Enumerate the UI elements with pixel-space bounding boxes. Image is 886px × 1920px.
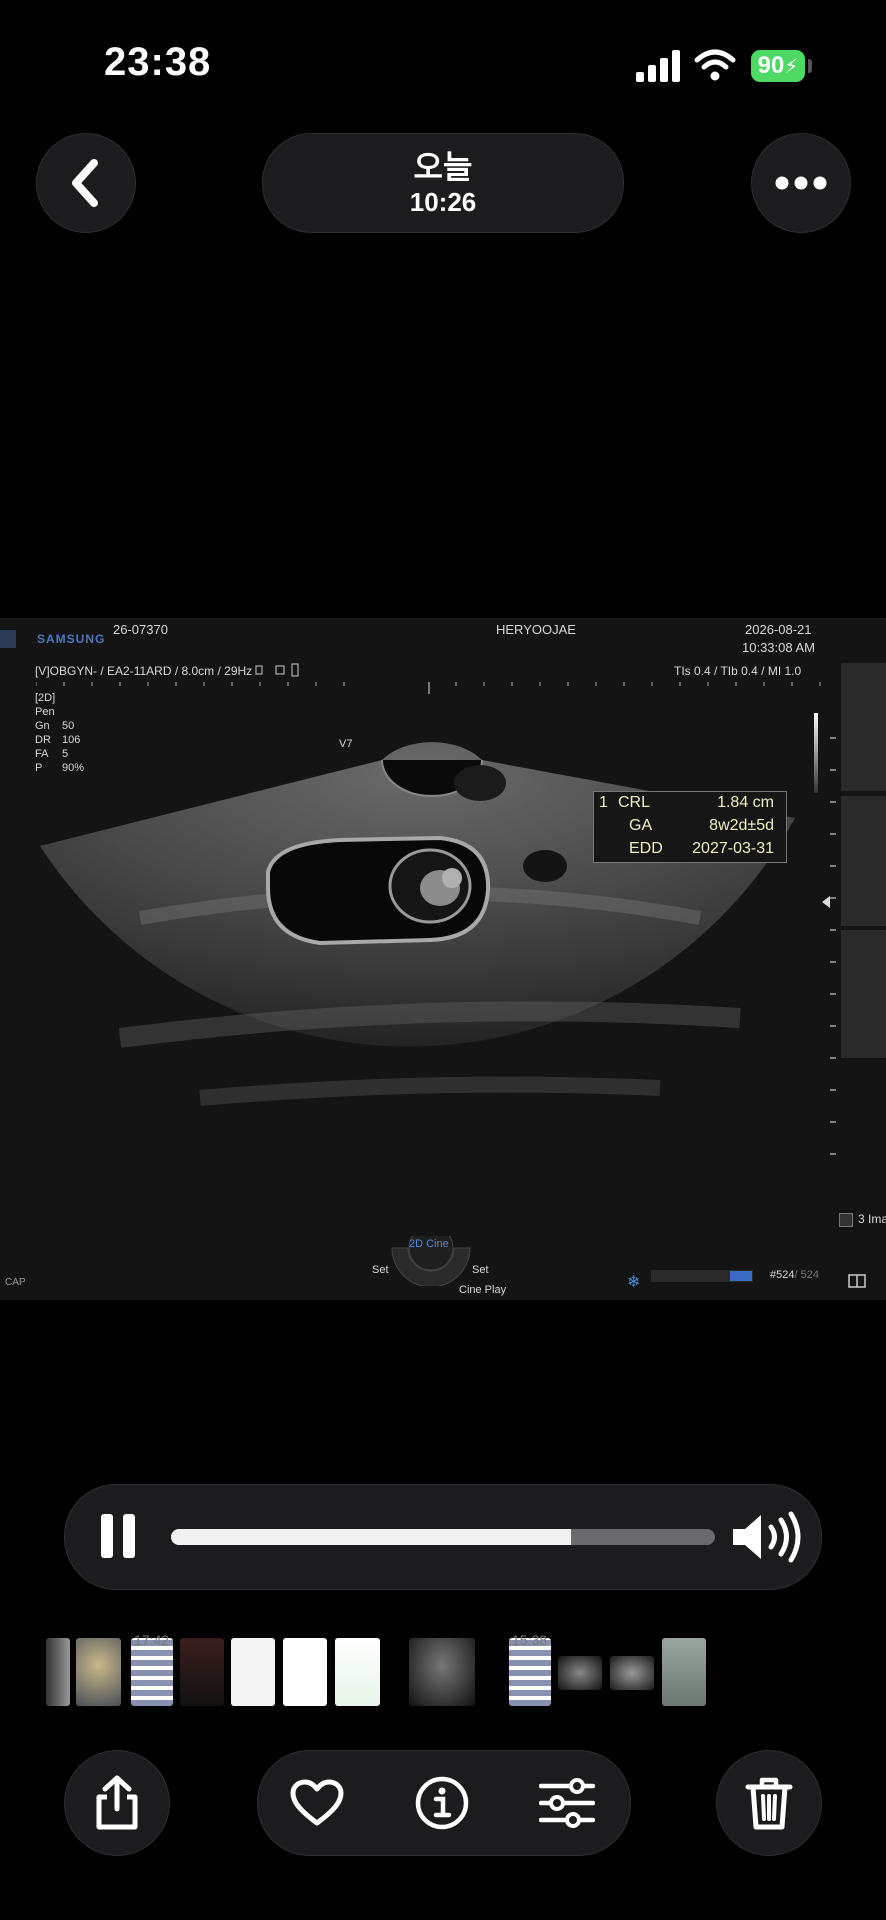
thumbnail[interactable]: [180, 1638, 224, 1706]
pause-button[interactable]: [96, 1512, 140, 1560]
battery-tip: [808, 59, 812, 73]
cine-progress-fill: [730, 1271, 752, 1281]
side-thumbnail[interactable]: [841, 930, 886, 1058]
thumbnail[interactable]: [509, 1638, 551, 1706]
thumbnail[interactable]: [46, 1638, 70, 1706]
cine-play-label: Cine Play: [459, 1284, 507, 1296]
more-button[interactable]: [751, 133, 851, 233]
adjust-button[interactable]: [538, 1776, 596, 1830]
favorite-button[interactable]: [286, 1776, 348, 1830]
delete-button[interactable]: [716, 1750, 822, 1856]
ultrasound-image[interactable]: SAMSUNG 26-07370 HERYOOJAE 2026-08-21 10…: [0, 618, 886, 1300]
gain-bar: [814, 713, 818, 793]
back-button[interactable]: [36, 133, 136, 233]
side-thumbnail[interactable]: [841, 663, 886, 791]
freeze-icon: ❄: [627, 1274, 641, 1291]
select-checkbox[interactable]: [839, 1213, 853, 1227]
chevron-left-icon: [72, 159, 98, 207]
depth-scale: [830, 737, 836, 1155]
measurement-label: EDD: [629, 840, 663, 857]
ultrasound-scan: [40, 742, 795, 1106]
page-title: 오늘: [413, 149, 473, 185]
measurement-row: 1 CRL 1.84 cm: [594, 794, 784, 816]
focus-marker-icon: [822, 896, 830, 908]
charging-bolt-icon: ⚡: [784, 55, 799, 78]
thumbnail[interactable]: [283, 1638, 327, 1706]
measurement-box: 1 CRL 1.84 cm GA 8w2d±5d EDD 2027-03-31: [593, 791, 787, 863]
playback-progress: [171, 1529, 571, 1545]
info-icon: [415, 1776, 469, 1830]
measurement-value: 1.84 cm: [717, 794, 774, 811]
thumbnail[interactable]: [610, 1656, 654, 1690]
status-time: 23:38: [104, 40, 212, 84]
cine-mode-label: 2D Cine: [409, 1238, 449, 1250]
frame-counter: #524/ 524: [770, 1269, 819, 1281]
thumbnail-time: 17:42: [134, 1632, 170, 1648]
frame-current: #524: [770, 1269, 795, 1281]
thumbnail-selected[interactable]: [409, 1638, 475, 1706]
thumbnail[interactable]: [131, 1638, 173, 1706]
pause-icon: [101, 1514, 135, 1558]
thumbnail[interactable]: [558, 1656, 602, 1690]
trash-icon: [745, 1777, 793, 1830]
split-view-icon[interactable]: [848, 1274, 866, 1288]
cellular-signal-icon: [636, 50, 680, 82]
speaker-icon: [733, 1511, 801, 1563]
thumbnail-time: 15:38: [512, 1632, 548, 1648]
measurement-row: EDD 2027-03-31: [594, 840, 784, 862]
measurement-row: GA 8w2d±5d: [594, 817, 784, 839]
thumbnail[interactable]: [231, 1638, 275, 1706]
images-label: 3 Ima: [858, 1212, 886, 1226]
cine-progress[interactable]: [651, 1270, 753, 1282]
thumbnail[interactable]: [335, 1638, 380, 1706]
measurement-index: 1: [599, 794, 608, 811]
info-button[interactable]: [413, 1774, 471, 1832]
share-icon: [96, 1775, 138, 1830]
page-subtitle: 10:26: [409, 187, 477, 217]
sliders-icon: [539, 1778, 595, 1828]
wifi-icon: [694, 49, 736, 81]
measurement-value: 2027-03-31: [692, 840, 774, 857]
playback-scrubber[interactable]: [171, 1529, 715, 1545]
volume-button[interactable]: [730, 1510, 806, 1564]
frame-total: / 524: [794, 1269, 819, 1281]
measurement-label: CRL: [618, 794, 651, 811]
cap-label: CAP: [5, 1277, 26, 1288]
set-left-label: Set: [372, 1264, 389, 1276]
date-title-pill[interactable]: 오늘 10:26: [262, 133, 624, 233]
heart-icon: [290, 1779, 344, 1826]
thumbnail[interactable]: [76, 1638, 121, 1706]
measurement-label: GA: [629, 817, 653, 834]
battery-level: 90 ⚡: [751, 50, 805, 82]
side-thumbnail[interactable]: [841, 796, 886, 926]
thumbnail[interactable]: [662, 1638, 706, 1706]
measurement-value: 8w2d±5d: [709, 817, 774, 834]
ellipsis-icon: [775, 176, 827, 190]
share-button[interactable]: [64, 1750, 170, 1856]
set-right-label: Set: [472, 1264, 489, 1276]
battery-percent: 90: [757, 52, 785, 79]
